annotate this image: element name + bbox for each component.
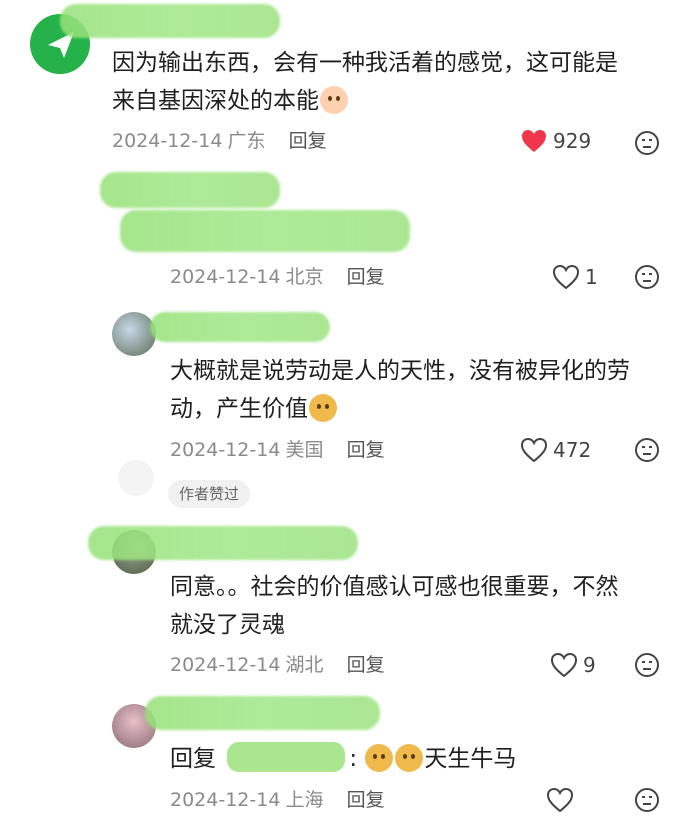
username-redacted (145, 696, 380, 730)
comment-location: 美国 (285, 439, 324, 461)
like-count: 929 (553, 129, 592, 153)
like-button[interactable]: 9 (550, 652, 596, 678)
dislike-face-icon[interactable] (634, 652, 660, 678)
like-button[interactable]: 929 (520, 128, 591, 154)
heart-icon (520, 437, 548, 463)
comment-text: 同意。。社会的价值感认可感也很重要，不然 就没了灵魂 (170, 574, 619, 638)
reply-target-redacted (227, 742, 346, 772)
comment-text: 大概就是说劳动是人的天性，没有被异化的劳 动，产生价值 (170, 358, 630, 422)
reply-prefix: 回复 (170, 746, 216, 772)
comment-redacted (120, 210, 410, 252)
comment-meta: 2024-12-14 湖北 回复 (170, 652, 385, 678)
comment-date: 2024-12-14 (170, 789, 281, 811)
username-redacted (88, 526, 358, 560)
reply-button[interactable]: 回复 (347, 789, 385, 811)
heart-icon (522, 130, 546, 152)
dislike-face-icon[interactable] (634, 130, 660, 156)
bear-face-emoji (365, 744, 394, 772)
comment-date: 2024-12-14 (170, 439, 281, 461)
dislike-face-icon[interactable] (634, 437, 660, 463)
comment-date: 2024-12-14 (112, 130, 223, 152)
like-count: 9 (583, 653, 596, 677)
comment-date: 2024-12-14 (170, 654, 281, 676)
comment-date: 2024-12-14 (170, 266, 281, 288)
like-button[interactable] (546, 787, 579, 813)
comment-text: 回复 : 天生牛马 (170, 740, 680, 778)
comment-location: 湖北 (285, 654, 324, 676)
avatar (118, 460, 154, 496)
reply-button[interactable]: 回复 (347, 266, 385, 288)
reply-button[interactable]: 回复 (347, 439, 385, 461)
comment-text: 因为输出东西，会有一种我活着的感觉，这可能是 来自基因深处的本能 (112, 50, 618, 114)
laugh-cry-emoji (320, 86, 348, 114)
username-redacted (150, 312, 330, 342)
reply-button[interactable]: 回复 (289, 130, 327, 152)
reply-button[interactable]: 回复 (347, 654, 385, 676)
comment-location: 广东 (227, 130, 266, 152)
comment-redacted (100, 172, 280, 208)
comment-meta: 2024-12-14 广东 回复 (112, 128, 327, 154)
comment-meta: 2024-12-14 北京 回复 (170, 264, 385, 290)
author-liked-badge: 作者赞过 (168, 480, 251, 508)
bear-face-emoji (395, 744, 424, 772)
avatar[interactable] (112, 312, 156, 356)
bear-face-emoji (309, 394, 337, 422)
like-button[interactable]: 1 (552, 264, 598, 290)
comment-location: 北京 (285, 266, 324, 288)
comment-location: 上海 (285, 789, 324, 811)
like-count: 472 (553, 438, 592, 462)
heart-icon (552, 264, 580, 290)
comment-meta: 2024-12-14 上海 回复 (170, 787, 385, 813)
heart-icon (550, 652, 578, 678)
like-button[interactable]: 472 (520, 437, 591, 463)
username-redacted (60, 4, 280, 38)
heart-icon (546, 787, 574, 813)
comment-meta: 2024-12-14 美国 回复 (170, 437, 385, 463)
dislike-face-icon[interactable] (634, 264, 660, 290)
like-count: 1 (585, 265, 598, 289)
dislike-face-icon[interactable] (634, 787, 660, 813)
